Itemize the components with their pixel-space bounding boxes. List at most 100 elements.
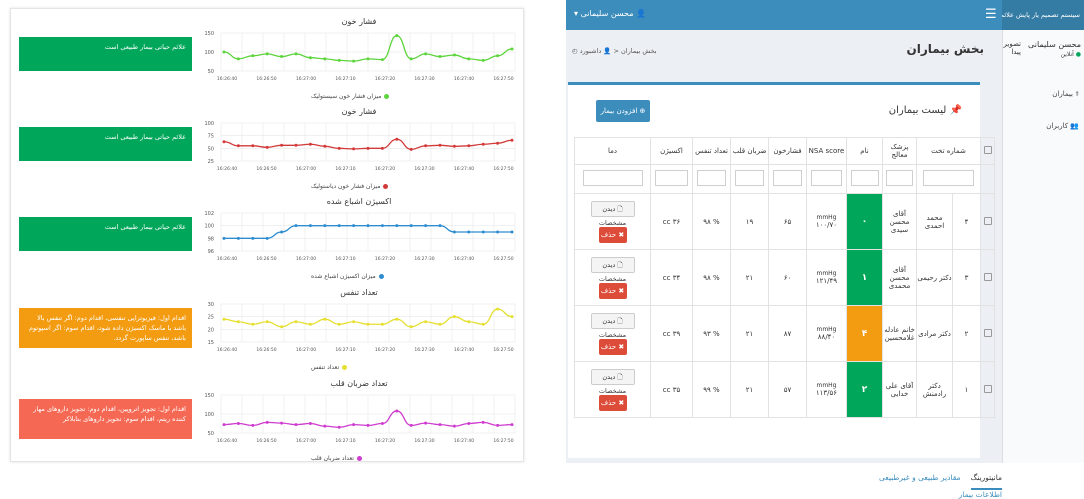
data-point[interactable] xyxy=(380,146,384,150)
data-point[interactable] xyxy=(222,50,226,54)
data-point[interactable] xyxy=(438,143,442,147)
data-point[interactable] xyxy=(467,422,471,425)
data-point[interactable] xyxy=(337,224,341,228)
data-point[interactable] xyxy=(452,230,456,234)
data-point[interactable] xyxy=(409,224,413,228)
data-point[interactable] xyxy=(352,224,356,228)
data-point[interactable] xyxy=(337,146,341,150)
data-point[interactable] xyxy=(467,57,471,61)
data-point[interactable] xyxy=(496,230,500,234)
data-point[interactable] xyxy=(380,322,384,326)
delete-button[interactable]: ✖ حذف xyxy=(598,226,627,243)
data-point[interactable] xyxy=(308,322,312,326)
sidebar-item-users[interactable]: 👥 کاربران xyxy=(1046,122,1079,130)
data-point[interactable] xyxy=(323,57,327,61)
data-point[interactable] xyxy=(251,423,255,427)
chart-legend[interactable]: تعداد تنفس xyxy=(311,364,348,371)
sidebar-upload[interactable]: تصویر پیدا xyxy=(1001,40,1021,56)
column-header[interactable]: ضربان قلب xyxy=(730,137,769,165)
table-row[interactable]: ۱ دکتر رادمنش آقای علی خدایی ۲ mmHg ۱۱۳/۵۶ ۵۷ ۲… xyxy=(574,361,996,418)
data-point[interactable] xyxy=(395,224,399,228)
data-point[interactable] xyxy=(236,422,240,425)
data-point[interactable] xyxy=(424,224,428,228)
data-point[interactable] xyxy=(409,57,413,61)
column-filter-input[interactable] xyxy=(810,170,843,186)
data-point[interactable] xyxy=(280,143,284,147)
column-filter-input[interactable] xyxy=(734,170,765,186)
data-point[interactable] xyxy=(481,142,485,146)
data-point[interactable] xyxy=(294,224,298,228)
column-filter-input[interactable] xyxy=(923,170,974,186)
data-point[interactable] xyxy=(366,146,370,150)
data-point[interactable] xyxy=(366,57,370,61)
data-point[interactable] xyxy=(409,423,413,427)
view-details-button[interactable]: 🗋 دیدن مشخصات xyxy=(590,368,635,395)
data-point[interactable] xyxy=(308,224,312,228)
data-point[interactable] xyxy=(438,224,442,228)
data-point[interactable] xyxy=(452,315,456,319)
data-point[interactable] xyxy=(438,423,442,427)
hamburger-icon[interactable]: ☰ xyxy=(985,7,997,22)
column-filter-input[interactable] xyxy=(772,170,803,186)
table-row[interactable]: ۴ محمد احمدی آقای محسن سیدی ۰ mmHg ۱۰۰/۷۰ ۶۵ ۱۹… xyxy=(574,193,996,250)
data-point[interactable] xyxy=(366,423,370,427)
data-point[interactable] xyxy=(265,320,269,324)
data-point[interactable] xyxy=(438,322,442,326)
data-point[interactable] xyxy=(323,224,327,228)
data-point[interactable] xyxy=(251,236,255,240)
data-point[interactable] xyxy=(424,144,428,148)
data-point[interactable] xyxy=(395,34,399,38)
data-point[interactable] xyxy=(496,423,500,427)
data-point[interactable] xyxy=(337,425,341,429)
view-details-button[interactable]: 🗋 دیدن مشخصات xyxy=(590,200,635,227)
data-point[interactable] xyxy=(380,422,384,425)
data-point[interactable] xyxy=(467,320,471,324)
data-point[interactable] xyxy=(222,317,226,321)
data-point[interactable] xyxy=(452,424,456,428)
data-point[interactable] xyxy=(294,423,298,427)
data-point[interactable] xyxy=(323,424,327,428)
column-header[interactable]: NSA score xyxy=(806,137,847,165)
data-point[interactable] xyxy=(366,224,370,228)
data-point[interactable] xyxy=(337,322,341,326)
data-point[interactable] xyxy=(251,54,255,58)
data-point[interactable] xyxy=(481,230,485,234)
data-point[interactable] xyxy=(409,325,413,329)
data-point[interactable] xyxy=(438,55,442,59)
row-checkbox[interactable] xyxy=(980,249,996,306)
data-point[interactable] xyxy=(236,320,240,324)
data-point[interactable] xyxy=(452,53,456,57)
data-point[interactable] xyxy=(222,140,226,144)
data-point[interactable] xyxy=(222,423,226,427)
data-point[interactable] xyxy=(294,143,298,147)
column-filter-input[interactable] xyxy=(850,170,879,186)
chart-legend[interactable]: میزان فشار خون سیستولیک xyxy=(311,93,390,100)
data-point[interactable] xyxy=(294,52,298,56)
data-point[interactable] xyxy=(496,141,500,145)
data-point[interactable] xyxy=(380,224,384,228)
add-patient-button[interactable]: ⊕ افزودن بیمار xyxy=(596,100,650,122)
data-point[interactable] xyxy=(424,320,428,324)
view-details-button[interactable]: 🗋 دیدن مشخصات xyxy=(590,312,635,339)
data-point[interactable] xyxy=(510,423,514,427)
column-header[interactable]: شماره تخت xyxy=(915,137,982,165)
row-checkbox[interactable] xyxy=(980,193,996,250)
data-point[interactable] xyxy=(280,55,284,59)
table-row[interactable]: ۲ دکتر مرادی خانم عادله غلامحسین ۴ mmHg ۸۸/۴۰… xyxy=(574,305,996,362)
delete-button[interactable]: ✖ حذف xyxy=(598,282,627,299)
data-point[interactable] xyxy=(308,422,312,425)
data-point[interactable] xyxy=(481,420,485,424)
data-point[interactable] xyxy=(236,236,240,240)
row-checkbox[interactable] xyxy=(980,361,996,418)
data-point[interactable] xyxy=(308,142,312,146)
data-point[interactable] xyxy=(280,325,284,329)
data-point[interactable] xyxy=(323,317,327,321)
chart-legend[interactable]: میزان فشار خون دیاستولیک xyxy=(311,183,389,190)
chart-legend[interactable]: میزان اکسیژن اشباع شده xyxy=(311,273,384,280)
data-point[interactable] xyxy=(352,59,356,63)
data-point[interactable] xyxy=(352,423,356,427)
column-header[interactable]: تعداد تنفس xyxy=(692,137,731,165)
chart-legend[interactable]: تعداد ضربان قلب xyxy=(311,455,362,462)
data-point[interactable] xyxy=(323,144,327,148)
data-point[interactable] xyxy=(481,322,485,326)
